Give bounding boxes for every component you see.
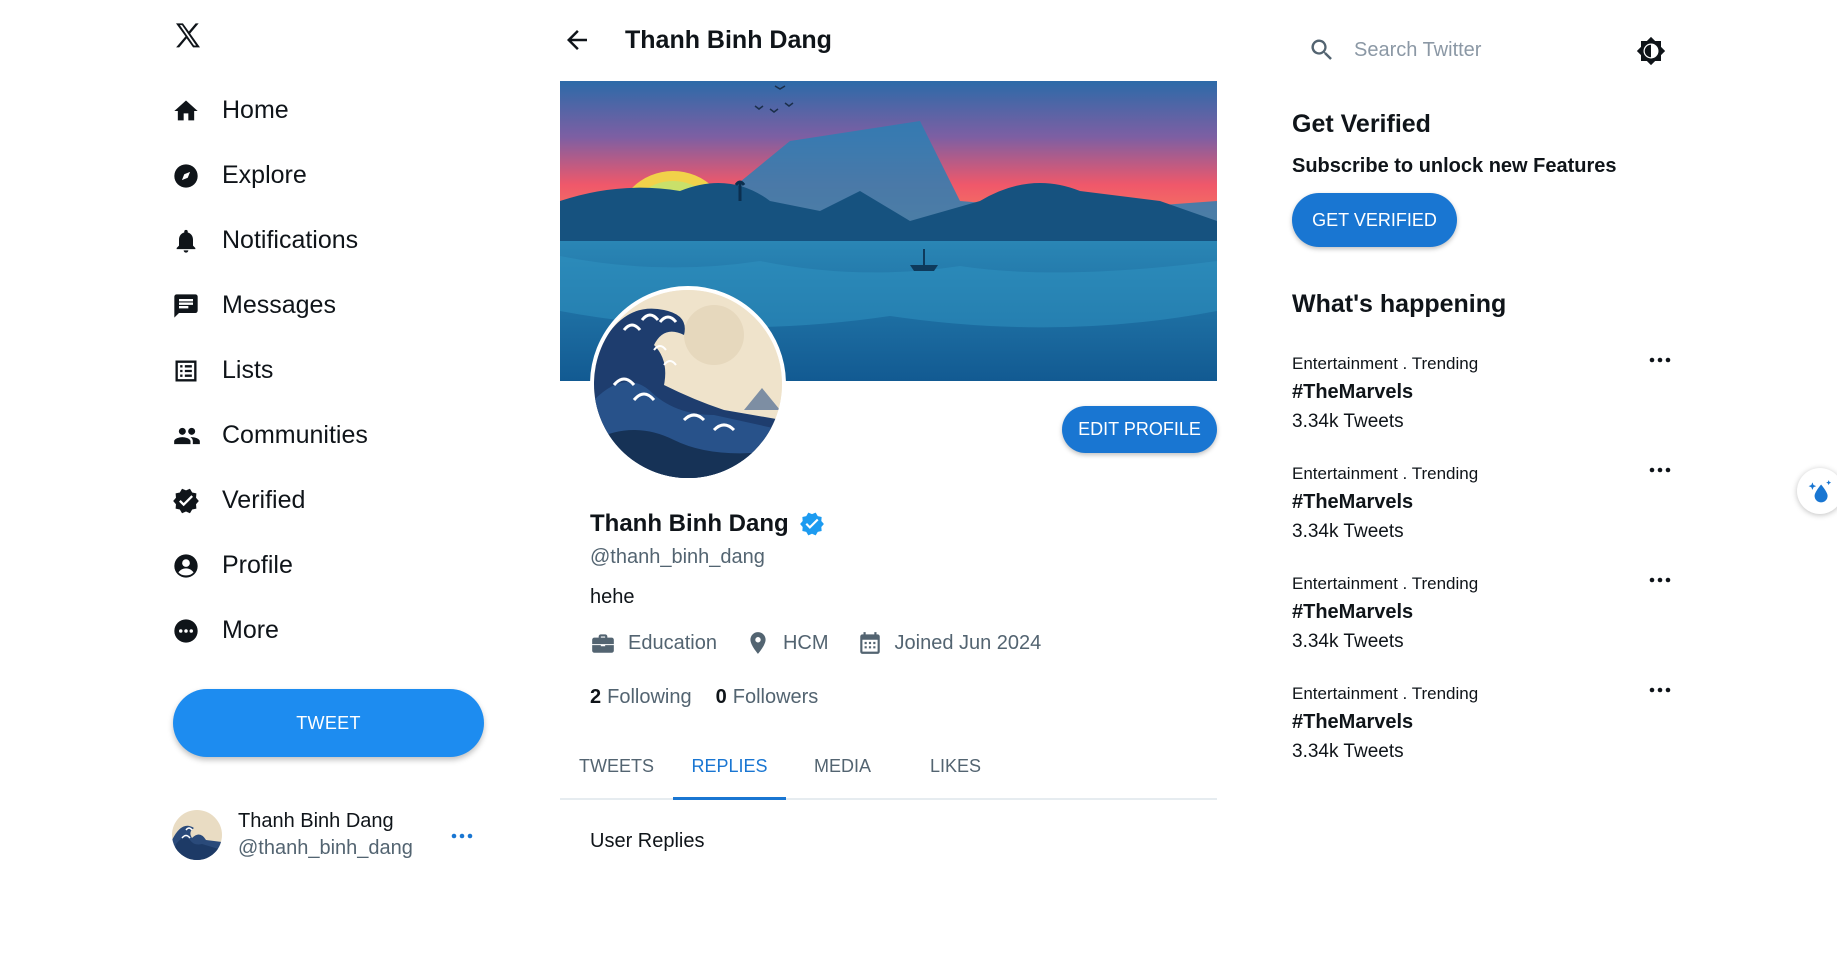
trend-count: 3.34k Tweets <box>1292 631 1404 652</box>
trend-more-icon[interactable] <box>1648 466 1672 474</box>
floating-extension-button[interactable] <box>1797 468 1837 514</box>
tab-content-text: User Replies <box>590 830 705 852</box>
whats-happening-title: What's happening <box>1292 290 1507 318</box>
trend-tag: #TheMarvels <box>1292 491 1414 513</box>
trend-category: Entertainment . Trending <box>1292 354 1479 373</box>
avatar <box>172 810 222 860</box>
sparkle-drop-icon <box>1808 480 1832 503</box>
people-icon <box>172 420 204 452</box>
trend-count: 3.34k Tweets <box>1292 741 1404 762</box>
home-icon <box>172 95 204 127</box>
trend-more-icon[interactable] <box>1648 576 1672 584</box>
sidebar-item-label: Explore <box>222 161 307 189</box>
back-arrow-icon[interactable] <box>562 25 592 55</box>
account-more-icon[interactable] <box>450 827 474 845</box>
trend-more-icon[interactable] <box>1648 686 1672 694</box>
search-icon <box>1311 39 1332 60</box>
sidebar-item-label: Verified <box>222 486 306 514</box>
profile-name-text: Thanh Binh Dang <box>590 510 789 537</box>
message-icon <box>172 290 204 322</box>
following-count: 2 <box>590 686 602 708</box>
bell-icon <box>172 225 204 257</box>
trend-item[interactable]: Entertainment . Trending #TheMarvels 3.3… <box>1292 354 1672 433</box>
account-handle: @thanh_binh_dang <box>238 837 413 859</box>
profile-handle: @thanh_binh_dang <box>590 546 765 568</box>
trend-tag: #TheMarvels <box>1292 381 1414 403</box>
profile-location: HCM <box>745 630 829 656</box>
sidebar-item-label: Lists <box>222 356 274 384</box>
sidebar-item-label: Communities <box>222 421 368 449</box>
x-logo-icon[interactable] <box>172 20 204 52</box>
location-pin-icon <box>750 632 766 654</box>
trend-more-icon[interactable] <box>1648 356 1672 364</box>
sidebar-item-home[interactable]: Home <box>172 78 472 143</box>
trend-category: Entertainment . Trending <box>1292 574 1479 593</box>
trend-category: Entertainment . Trending <box>1292 684 1479 703</box>
sidebar-item-explore[interactable]: Explore <box>172 143 472 208</box>
followers-label: Followers <box>732 686 819 708</box>
sidebar-item-communities[interactable]: Communities <box>172 403 472 468</box>
profile-tabs: TWEETS REPLIES MEDIA LIKES <box>560 744 1217 800</box>
profile-bio: hehe <box>590 586 635 608</box>
profile-header: Thanh Binh Dang <box>560 0 1217 80</box>
trend-item[interactable]: Entertainment . Trending #TheMarvels 3.3… <box>1292 684 1672 763</box>
search-input[interactable] <box>1352 37 1586 63</box>
page-title: Thanh Binh Dang <box>625 25 832 54</box>
account-switcher[interactable]: Thanh Binh Dang @thanh_binh_dang <box>172 805 482 865</box>
following-link[interactable]: 2 Following <box>590 686 692 709</box>
profile-category-text: Education <box>628 631 717 654</box>
sidebar-item-notifications[interactable]: Notifications <box>172 208 472 273</box>
sidebar-item-label: Notifications <box>222 226 359 254</box>
sidebar-item-messages[interactable]: Messages <box>172 273 472 338</box>
trend-tag: #TheMarvels <box>1292 601 1414 623</box>
followers-count: 0 <box>715 686 727 708</box>
following-label: Following <box>607 686 692 708</box>
sidebar-item-verified[interactable]: Verified <box>172 468 472 533</box>
theme-toggle-icon[interactable] <box>1636 36 1666 66</box>
verified-icon <box>172 485 204 517</box>
profile-location-text: HCM <box>782 631 829 654</box>
profile-name: Thanh Binh Dang <box>590 510 825 538</box>
profile-joined-text: Joined Jun 2024 <box>894 631 1042 654</box>
sidebar-nav: Home Explore Notifications Messages List… <box>172 78 472 663</box>
sidebar-item-label: Messages <box>222 291 336 319</box>
profile-meta: Education HCM Joined Jun 2024 <box>590 630 1069 656</box>
trend-count: 3.34k Tweets <box>1292 521 1404 542</box>
profile-column: Thanh Binh Dang EDIT PROFILE Thanh Binh … <box>560 0 1217 852</box>
verified-badge-icon <box>799 512 824 536</box>
profile-joined: Joined Jun 2024 <box>857 630 1042 656</box>
trend-count: 3.34k Tweets <box>1292 411 1404 432</box>
briefcase-icon <box>592 634 614 653</box>
tab-replies[interactable]: REPLIES <box>673 744 786 800</box>
profile-avatar[interactable] <box>590 286 786 482</box>
tab-tweets[interactable]: TWEETS <box>560 744 673 798</box>
tweet-button[interactable]: TWEET <box>173 689 484 757</box>
tab-likes[interactable]: LIKES <box>899 744 1012 798</box>
list-icon <box>172 355 204 387</box>
get-verified-title: Get Verified <box>1292 110 1431 138</box>
trend-item[interactable]: Entertainment . Trending #TheMarvels 3.3… <box>1292 574 1672 653</box>
profile-category: Education <box>590 630 717 656</box>
follow-stats: 2 Following 0 Followers <box>590 686 842 709</box>
sidebar-item-label: Profile <box>222 551 293 579</box>
edit-profile-button[interactable]: EDIT PROFILE <box>1062 406 1217 453</box>
user-icon <box>172 550 204 582</box>
trend-category: Entertainment . Trending <box>1292 464 1479 483</box>
sidebar-item-label: Home <box>222 96 289 124</box>
sidebar-item-more[interactable]: More <box>172 598 472 663</box>
compass-icon <box>172 160 204 192</box>
trend-tag: #TheMarvels <box>1292 711 1414 733</box>
sidebar-item-lists[interactable]: Lists <box>172 338 472 403</box>
sidebar-item-profile[interactable]: Profile <box>172 533 472 598</box>
followers-link[interactable]: 0 Followers <box>716 686 819 709</box>
more-icon <box>172 615 204 647</box>
get-verified-button[interactable]: GET VERIFIED <box>1292 193 1457 247</box>
tab-media[interactable]: MEDIA <box>786 744 899 798</box>
trend-item[interactable]: Entertainment . Trending #TheMarvels 3.3… <box>1292 464 1672 543</box>
search-bar <box>1308 36 1586 64</box>
sidebar-item-label: More <box>222 616 279 644</box>
account-name: Thanh Binh Dang <box>238 810 394 832</box>
get-verified-subtitle: Subscribe to unlock new Features <box>1292 155 1617 177</box>
calendar-icon <box>859 632 880 654</box>
